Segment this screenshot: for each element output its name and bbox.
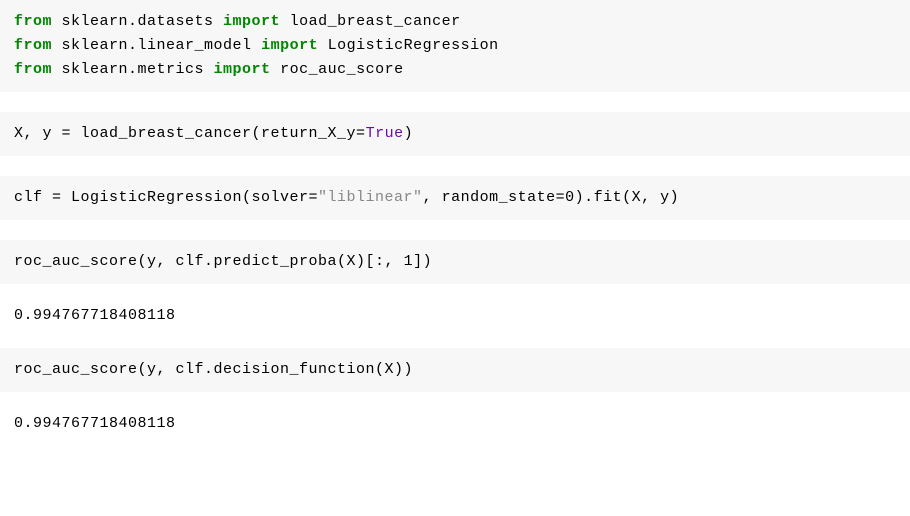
number-literal: 1 — [404, 253, 414, 270]
keyword-from: from — [14, 61, 52, 78]
code-text: ]) — [413, 253, 432, 270]
cell-gap — [0, 92, 910, 112]
output-roc-decision: 0.994767718408118 — [0, 402, 910, 446]
import-name: roc_auc_score — [271, 61, 404, 78]
code-text: clf = LogisticRegression(solver= — [14, 189, 318, 206]
output-roc-proba: 0.994767718408118 — [0, 294, 910, 338]
code-text: ).fit(X, y) — [575, 189, 680, 206]
cell-gap — [0, 338, 910, 348]
module-path: sklearn.metrics — [52, 61, 214, 78]
import-name: load_breast_cancer — [280, 13, 461, 30]
cell-gap — [0, 156, 910, 176]
keyword-from: from — [14, 37, 52, 54]
keyword-from: from — [14, 13, 52, 30]
code-text: roc_auc_score(y, clf.decision_function(X… — [14, 361, 413, 378]
keyword-import: import — [223, 13, 280, 30]
code-text: roc_auc_score(y, clf.predict_proba(X)[:, — [14, 253, 404, 270]
code-cell-load-data: X, y = load_breast_cancer(return_X_y=Tru… — [0, 112, 910, 156]
code-cell-imports: from sklearn.datasets import load_breast… — [0, 0, 910, 92]
bool-literal: True — [366, 125, 404, 142]
code-text: X, y = load_breast_cancer(return_X_y= — [14, 125, 366, 142]
module-path: sklearn.linear_model — [52, 37, 261, 54]
output-value: 0.994767718408118 — [14, 307, 176, 324]
code-cell-roc-decision: roc_auc_score(y, clf.decision_function(X… — [0, 348, 910, 392]
number-literal: 0 — [565, 189, 575, 206]
import-name: LogisticRegression — [318, 37, 499, 54]
module-path: sklearn.datasets — [52, 13, 223, 30]
cell-gap — [0, 392, 910, 402]
code-cell-fit: clf = LogisticRegression(solver="libline… — [0, 176, 910, 220]
output-value: 0.994767718408118 — [14, 415, 176, 432]
string-literal: "liblinear" — [318, 189, 423, 206]
cell-gap — [0, 220, 910, 240]
cell-gap — [0, 284, 910, 294]
keyword-import: import — [261, 37, 318, 54]
code-text: ) — [404, 125, 414, 142]
keyword-import: import — [214, 61, 271, 78]
code-cell-roc-proba: roc_auc_score(y, clf.predict_proba(X)[:,… — [0, 240, 910, 284]
code-text: , random_state= — [423, 189, 566, 206]
